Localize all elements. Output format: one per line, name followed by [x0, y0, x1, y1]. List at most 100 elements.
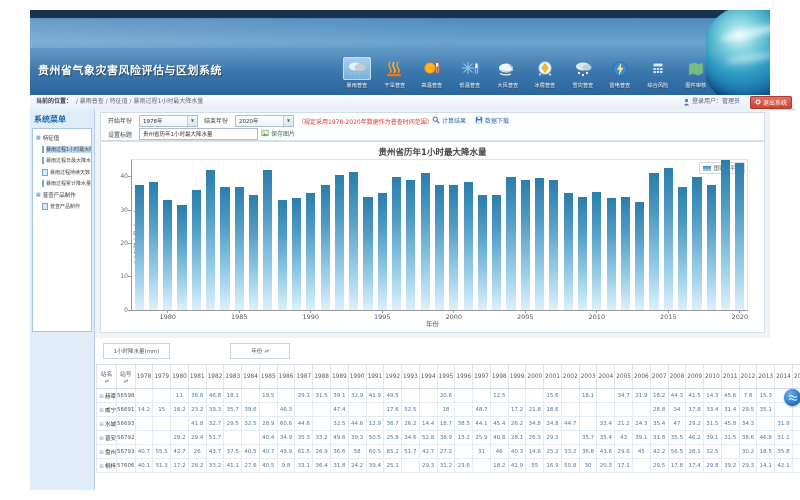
table-row[interactable]: ⊕赫章565981136.646.818.119.529.131.539.132…	[97, 389, 800, 403]
set-title-label: 设置标题	[108, 130, 132, 139]
toolbar-item-6[interactable]: 冰雹普查	[526, 57, 564, 94]
end-year-select[interactable]: 2020年 ▼	[235, 115, 294, 127]
col-header-1994[interactable]: 1994	[419, 365, 437, 389]
col-header-2001[interactable]: 2001	[544, 365, 562, 389]
save-image-button[interactable]: 保存图片	[261, 129, 295, 139]
sidebar-item-3[interactable]: 暴雨过程日最大降水量	[33, 155, 91, 167]
expand-icon[interactable]: ⊕	[99, 463, 104, 470]
toolbar-item-4[interactable]: 低温普查	[451, 57, 489, 94]
col-header-1990[interactable]: 1990	[348, 365, 366, 389]
col-header-2013[interactable]: 2013	[757, 365, 775, 389]
value-cell: 41.1	[224, 459, 242, 473]
col-header-1993[interactable]: 1993	[402, 365, 420, 389]
expand-icon[interactable]: ⊕	[99, 421, 104, 428]
col-header-1984[interactable]: 1984	[242, 365, 260, 389]
expand-icon[interactable]: ⊕	[99, 435, 104, 442]
calc-result-button[interactable]: 计算结果	[432, 116, 466, 126]
table-row[interactable]: ⊕桐梓5760640.151.317.228.233.241.127.640.5…	[97, 459, 800, 473]
value-cell: 36.6	[330, 445, 348, 459]
value-cell	[579, 417, 597, 431]
toolbar-item-2[interactable]: 干旱普查	[376, 57, 414, 94]
value-cell: 44.3	[668, 389, 686, 403]
value-cell: 17.4	[686, 459, 704, 473]
col-header-1995[interactable]: 1995	[437, 365, 455, 389]
toolbar-item-1[interactable]: 暴雨普查	[338, 57, 376, 94]
table-row[interactable]: ⊕水城5669341.832.729.532.528.960.644.632.5…	[97, 417, 800, 431]
toolbar-item-9[interactable]: 综合风险	[639, 57, 677, 94]
col-header-1998[interactable]: 1998	[490, 365, 508, 389]
high-temp-icon	[418, 57, 446, 80]
col-header-1983[interactable]: 1983	[224, 365, 242, 389]
col-header-1978[interactable]: 1978	[135, 365, 153, 389]
data-download-button[interactable]: 数据下载	[475, 116, 509, 126]
col-header-partial[interactable]: 2015	[792, 365, 800, 389]
stations-table: 站名 ▲▼站号 ▲▼197819791980198119821983198419…	[96, 364, 800, 473]
floating-translate-button[interactable]	[784, 389, 800, 406]
col-header-2000[interactable]: 2000	[526, 365, 544, 389]
toolbar-item-5[interactable]: 大风普查	[489, 57, 527, 94]
value-cell: 20.6	[437, 389, 455, 403]
col-header-1980[interactable]: 1980	[171, 365, 189, 389]
breadcrumb-prefix: 当前的位置：	[36, 98, 72, 105]
col-header-2007[interactable]: 2007	[650, 365, 668, 389]
title-input[interactable]: 贵州省历年1小时最大降水量	[139, 128, 258, 140]
measure-filter[interactable]: 1小时降水量(mm)	[103, 343, 170, 359]
logout-button[interactable]: 退出系统	[750, 96, 792, 109]
col-header-2012[interactable]: 2012	[739, 365, 757, 389]
value-cell: 42.1	[775, 459, 793, 473]
col-header-2004[interactable]: 2004	[597, 365, 615, 389]
start-year-select[interactable]: 1978年 ▼	[139, 115, 198, 127]
col-header-2005[interactable]: 2005	[615, 365, 633, 389]
col-header-2009[interactable]: 2009	[686, 365, 704, 389]
col-header-1986[interactable]: 1986	[277, 365, 295, 389]
value-cell: 29.3	[739, 459, 757, 473]
col-header-2002[interactable]: 2002	[561, 365, 579, 389]
chart-panel: 贵州省历年1小时最大降水量 1小时降水量（mm） 国家站平均 010203040…	[100, 141, 765, 333]
sidebar-item-5[interactable]: 暴雨过程累计降水量	[33, 178, 91, 190]
col-header-1996[interactable]: 1996	[455, 365, 473, 389]
breadcrumb-item[interactable]: 暴雨普查	[80, 98, 104, 105]
bar-2006	[535, 178, 544, 310]
sidebar-item-6[interactable]: ▦普查产品制作	[33, 190, 91, 202]
col-header-2014[interactable]: 2014	[775, 365, 793, 389]
value-cell	[632, 403, 650, 417]
bar-2005	[521, 180, 530, 310]
col-header-2003[interactable]: 2003	[579, 365, 597, 389]
breadcrumb-item[interactable]: 暴雨过程1小时最大降水量	[133, 98, 203, 105]
expand-icon[interactable]: ⊕	[99, 449, 104, 456]
toolbar-item-3[interactable]: 高温普查	[413, 57, 451, 94]
table-row[interactable]: ⊕普安5679229.229.451.740.434.935.333.249.6…	[97, 431, 800, 445]
col-header-1987[interactable]: 1987	[295, 365, 313, 389]
col-header-1981[interactable]: 1981	[188, 365, 206, 389]
toolbar-item-7[interactable]: 雪灾普查	[564, 57, 602, 94]
col-header-station-id[interactable]: 站号 ▲▼	[117, 365, 136, 389]
col-header-1979[interactable]: 1979	[153, 365, 171, 389]
col-header-2006[interactable]: 2006	[632, 365, 650, 389]
sidebar-item-2[interactable]: 暴雨过程1小时最大降水量	[33, 144, 91, 156]
col-header-2010[interactable]: 2010	[704, 365, 722, 389]
col-header-2011[interactable]: 2011	[721, 365, 739, 389]
col-header-1997[interactable]: 1997	[473, 365, 491, 389]
breadcrumb-item[interactable]: 特征值	[110, 98, 128, 105]
y-tick-mark	[128, 176, 132, 177]
sidebar-item-7[interactable]: 普查产品制作	[33, 201, 91, 213]
col-header-2008[interactable]: 2008	[668, 365, 686, 389]
table-row[interactable]: ⊕盘州5679340.755.542.72643.737.540.540.749…	[97, 445, 800, 459]
col-header-1991[interactable]: 1991	[366, 365, 384, 389]
col-header-1989[interactable]: 1989	[330, 365, 348, 389]
table-row[interactable]: ⊕威宁5669114.21516.223.239.335.739.646.347…	[97, 403, 800, 417]
col-header-1982[interactable]: 1982	[206, 365, 224, 389]
year-filter[interactable]: 年份 ▲▼	[230, 343, 290, 359]
sidebar-item-1[interactable]: ▦特征值	[33, 132, 91, 144]
col-header-station[interactable]: 站名 ▲▼	[97, 365, 117, 389]
expand-icon[interactable]: ⊕	[99, 407, 104, 414]
sidebar-item-4[interactable]: 暴雨过程持续天数	[33, 167, 91, 179]
toolbar-item-8[interactable]: 雷电普查	[601, 57, 639, 94]
col-header-1985[interactable]: 1985	[259, 365, 277, 389]
station-id: 56792	[117, 431, 136, 445]
col-header-1992[interactable]: 1992	[384, 365, 402, 389]
col-header-1999[interactable]: 1999	[508, 365, 526, 389]
col-header-1988[interactable]: 1988	[313, 365, 331, 389]
expand-icon[interactable]: ⊕	[99, 393, 104, 400]
bar-1988	[278, 200, 287, 310]
